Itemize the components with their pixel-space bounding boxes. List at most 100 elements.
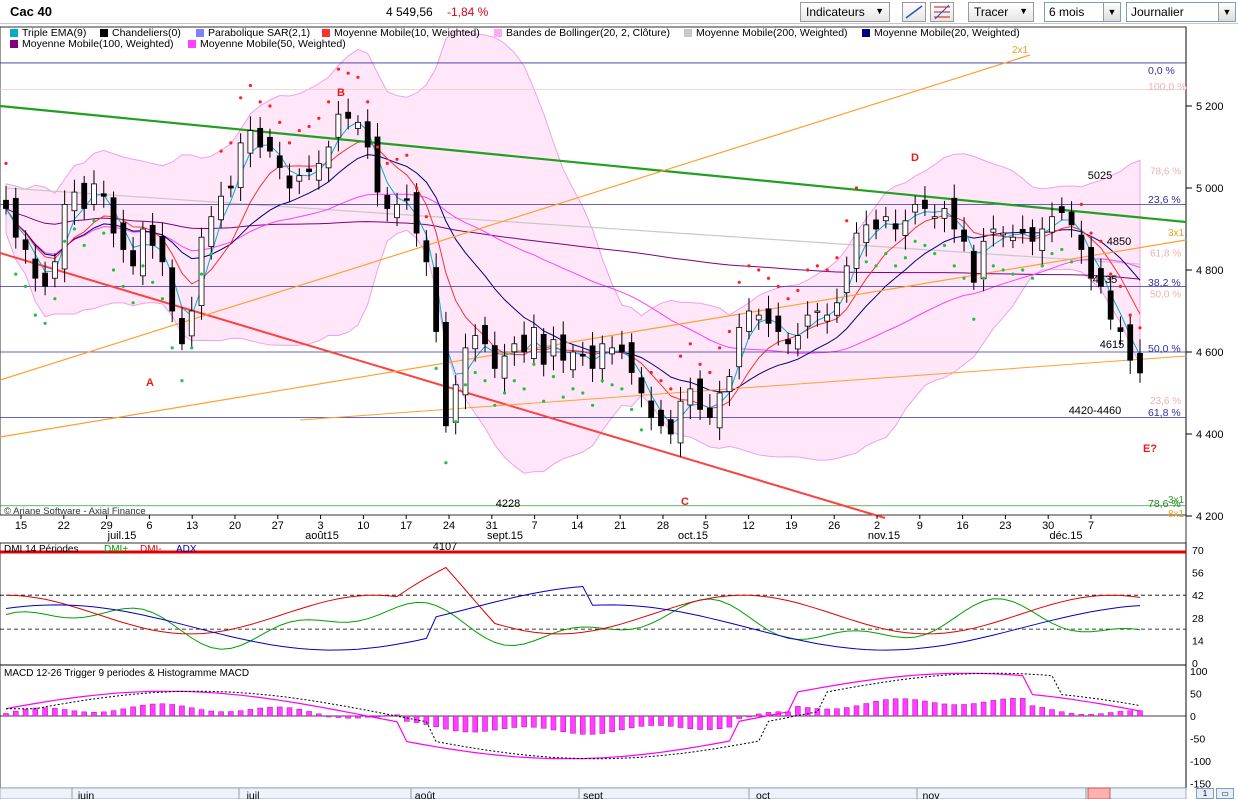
sar-dot [1118, 284, 1123, 288]
sar-dot [248, 83, 252, 88]
trendline-tool-button[interactable] [902, 2, 926, 22]
interval-select[interactable]: Journalier ▼ [1126, 2, 1236, 22]
sar-dot [278, 120, 282, 124]
sar-dot [317, 116, 321, 120]
overview-month-label: oct [756, 790, 770, 799]
sar-dot [336, 67, 340, 71]
trendline-icon [905, 5, 923, 19]
macd-histogram-bar [32, 707, 39, 717]
macd-histogram-bar [13, 710, 19, 717]
macd-histogram-bar [599, 715, 606, 734]
chart-annotation: E? [1143, 443, 1157, 455]
sar-dot [356, 75, 360, 79]
macd-histogram-bar [443, 715, 449, 730]
legend-label: Moyenne Mobile(20, Weighted) [874, 27, 1020, 39]
x-tick-label: 7 [1088, 520, 1094, 532]
macd-histogram-bar [628, 715, 635, 729]
chart-area[interactable]: 78,6 % 61,8 % 50,0 % 23,6 % 5 200 5 000 4 800 4… [0, 0, 1238, 799]
sar-dot [688, 342, 692, 346]
macd-histogram-bar [42, 707, 48, 717]
zoom-out-button[interactable]: 1 [1196, 788, 1214, 799]
sar-dot [229, 141, 233, 145]
sar-dot [766, 276, 771, 280]
candle-body [843, 265, 850, 294]
sar-dot [512, 379, 516, 383]
chart-annotation: 8x1 [1168, 509, 1185, 520]
price-change: -1,84 % [447, 5, 489, 19]
macd-histogram-bar [345, 715, 351, 719]
month-label: août15 [305, 530, 339, 542]
macd-histogram-bar [91, 712, 97, 717]
fib-faded-label: 23,6 % [1150, 396, 1181, 407]
indicators-button[interactable]: Indicateurs ▼ [800, 2, 890, 22]
sar-dot [659, 379, 663, 383]
macd-histogram-bar [1029, 705, 1036, 717]
candle-body [726, 376, 733, 393]
macd-histogram-bar [755, 713, 762, 717]
macd-histogram-bar [853, 705, 860, 717]
fibonacci-tool-button[interactable] [930, 2, 954, 22]
macd-histogram-bar [501, 715, 508, 729]
chart-annotation: A [146, 377, 154, 389]
candle-body [638, 377, 645, 394]
dmi-plus-line [5, 598, 1141, 650]
candle-body [1068, 211, 1075, 226]
sar-dot [463, 383, 468, 387]
macd-histogram-bar [716, 715, 723, 730]
legend-item[interactable]: Moyenne Mobile(100, Weighted) [10, 38, 174, 50]
candle-body [618, 344, 625, 353]
candle-body [1107, 290, 1114, 320]
legend-label: Moyenne Mobile(10, Weighted) [334, 27, 480, 39]
macd-histogram-bar [1078, 714, 1085, 717]
legend-item[interactable]: Bandes de Bollinger(20, 2, Clôture) [494, 27, 670, 39]
macd-histogram-bar [169, 704, 175, 717]
chevron-down-icon: ▼ [1218, 3, 1235, 21]
legend-item[interactable]: Moyenne Mobile(20, Weighted) [862, 27, 1020, 39]
candle-body [345, 111, 352, 119]
sar-dot [903, 256, 907, 260]
macd-histogram-bar [472, 715, 478, 733]
sar-dot [542, 399, 546, 403]
candle-body [658, 409, 664, 427]
zoom-in-button[interactable]: ▭ [1216, 788, 1234, 799]
period-select[interactable]: 6 mois ▼ [1044, 2, 1121, 22]
candle-body [208, 216, 215, 247]
candle-body [589, 345, 596, 369]
macd-histogram-bar [560, 715, 566, 733]
macd-y-tick: 0 [1190, 711, 1196, 723]
macd-histogram-bar [3, 713, 9, 717]
month-label: juil.15 [107, 530, 137, 542]
candle-body [12, 197, 19, 238]
sar-dot [1040, 264, 1044, 268]
macd-histogram-bar [843, 707, 850, 717]
sar-dot [796, 288, 800, 293]
macd-histogram-bar [257, 707, 263, 717]
copyright-text: © Ariane Software - Axial Finance [4, 506, 146, 517]
overview-month-label: sept [583, 790, 603, 799]
macd-histogram-bar [1127, 710, 1133, 717]
candle-body [922, 199, 928, 209]
sar-dot [522, 387, 526, 391]
macd-histogram-bar [746, 715, 752, 718]
macd-histogram-bar [120, 708, 127, 717]
legend-swatch [10, 29, 18, 37]
chart-annotation: 4615 [1100, 339, 1124, 351]
bollinger-band [5, 30, 1141, 474]
candle-body [1127, 324, 1134, 361]
macd-histogram-bar [726, 715, 733, 728]
sar-dot [444, 461, 448, 465]
candle-body [286, 175, 293, 189]
draw-button[interactable]: Tracer ▼ [968, 2, 1034, 22]
legend-item[interactable]: Moyenne Mobile(200, Weighted) [684, 27, 848, 39]
macd-histogram-bar [22, 708, 29, 717]
legend-item[interactable]: Moyenne Mobile(50, Weighted) [188, 38, 346, 50]
legend-label: Bandes de Bollinger(20, 2, Clôture) [506, 27, 671, 39]
sar-dot [199, 272, 204, 276]
macd-histogram-bar [795, 706, 801, 717]
x-tick-label: 23 [999, 520, 1011, 532]
sar-dot [160, 297, 165, 301]
candle-body [1117, 327, 1124, 332]
legend-swatch [10, 40, 18, 48]
macd-histogram-bar [198, 709, 205, 717]
macd-histogram-bar [922, 700, 928, 717]
